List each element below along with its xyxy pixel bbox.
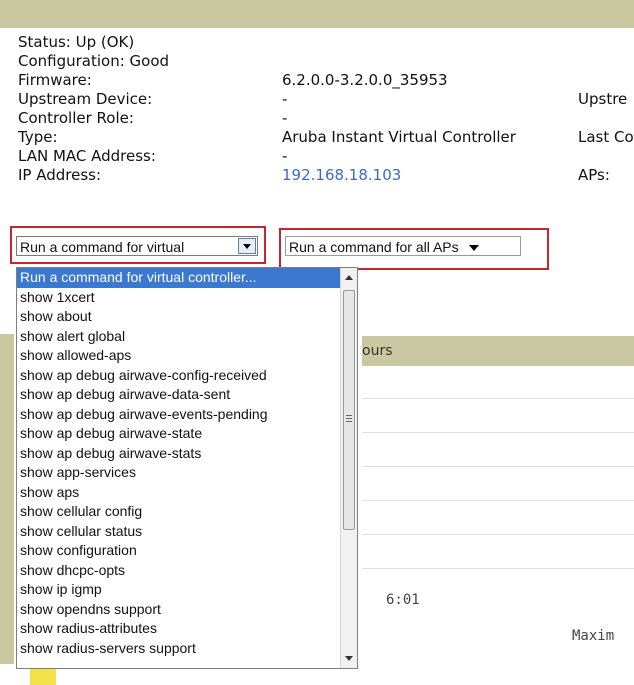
- legend-swatch: [30, 668, 56, 685]
- prop-value: -: [282, 109, 288, 127]
- ip-address-link[interactable]: 192.168.18.103: [282, 166, 401, 185]
- dropdown-items: Run a command for virtual controller... s…: [17, 268, 341, 658]
- chart-panel-header: [362, 336, 634, 366]
- dropdown-option[interactable]: show dhcpc-opts: [17, 561, 341, 581]
- prop-label: Firmware:: [18, 71, 92, 89]
- dropdown-option[interactable]: show opendns support: [17, 600, 341, 620]
- dropdown-option[interactable]: show ap debug airwave-stats: [17, 444, 341, 464]
- grid-line: [362, 500, 634, 501]
- prop-value: -: [282, 147, 288, 165]
- prop-label: LAN MAC Address:: [18, 147, 156, 165]
- panel-left-edge: [0, 334, 14, 664]
- dropdown-option[interactable]: show about: [17, 307, 341, 327]
- prop-extra-label: Upstre: [578, 90, 628, 108]
- command-dropdown-list[interactable]: Run a command for virtual controller... s…: [16, 267, 358, 669]
- grid-line: [362, 432, 634, 433]
- dropdown-option[interactable]: show radius-servers support: [17, 639, 341, 659]
- grid-line: [362, 534, 634, 535]
- prop-extra-label: APs:: [578, 166, 610, 184]
- chart-panel-title: ours: [362, 343, 393, 359]
- dropdown-option[interactable]: show alert global: [17, 327, 341, 347]
- scrollbar[interactable]: [340, 268, 357, 668]
- dropdown-option[interactable]: show configuration: [17, 541, 341, 561]
- header-bar: [0, 0, 634, 28]
- prop-label: Upstream Device:: [18, 90, 153, 108]
- dropdown-option[interactable]: show cellular status: [17, 522, 341, 542]
- prop-label: Controller Role:: [18, 109, 134, 127]
- grid-line: [362, 568, 634, 569]
- legend-maximum-label: Maxim: [572, 628, 615, 644]
- grid-line: [362, 398, 634, 399]
- dropdown-option[interactable]: show ap debug airwave-config-received: [17, 366, 341, 386]
- axis-time-label: 6:01: [386, 592, 420, 608]
- dropdown-option[interactable]: show radius-attributes: [17, 619, 341, 639]
- prop-label: IP Address:: [18, 166, 102, 184]
- dropdown-option[interactable]: show 1xcert: [17, 288, 341, 308]
- highlight-box-all-aps: [279, 228, 549, 270]
- prop-label: Status: Up (OK): [18, 33, 135, 51]
- dropdown-option[interactable]: Run a command for virtual controller...: [17, 268, 341, 288]
- highlight-box-virtual: [10, 226, 266, 264]
- prop-extra-label: Last Co: [578, 128, 634, 146]
- dropdown-option[interactable]: show aps: [17, 483, 341, 503]
- dropdown-option[interactable]: show cellular config: [17, 502, 341, 522]
- grid-line: [362, 466, 634, 467]
- prop-value: Aruba Instant Virtual Controller: [282, 128, 516, 146]
- dropdown-option[interactable]: show app-services: [17, 463, 341, 483]
- dropdown-option[interactable]: show ap debug airwave-data-sent: [17, 385, 341, 405]
- dropdown-option[interactable]: show ap debug airwave-events-pending: [17, 405, 341, 425]
- prop-label: Type:: [18, 128, 58, 146]
- scroll-up-icon[interactable]: [345, 275, 353, 280]
- prop-label: Configuration: Good: [18, 52, 170, 70]
- dropdown-option[interactable]: show ap debug airwave-state: [17, 424, 341, 444]
- scroll-down-icon[interactable]: [345, 656, 353, 661]
- prop-value: -: [282, 90, 288, 108]
- dropdown-option[interactable]: show allowed-aps: [17, 346, 341, 366]
- prop-value: 6.2.0.0-3.2.0.0_35953: [282, 71, 448, 89]
- scrollbar-thumb[interactable]: [343, 290, 355, 530]
- grip-icon: [346, 415, 352, 416]
- dropdown-option[interactable]: show ip igmp: [17, 580, 341, 600]
